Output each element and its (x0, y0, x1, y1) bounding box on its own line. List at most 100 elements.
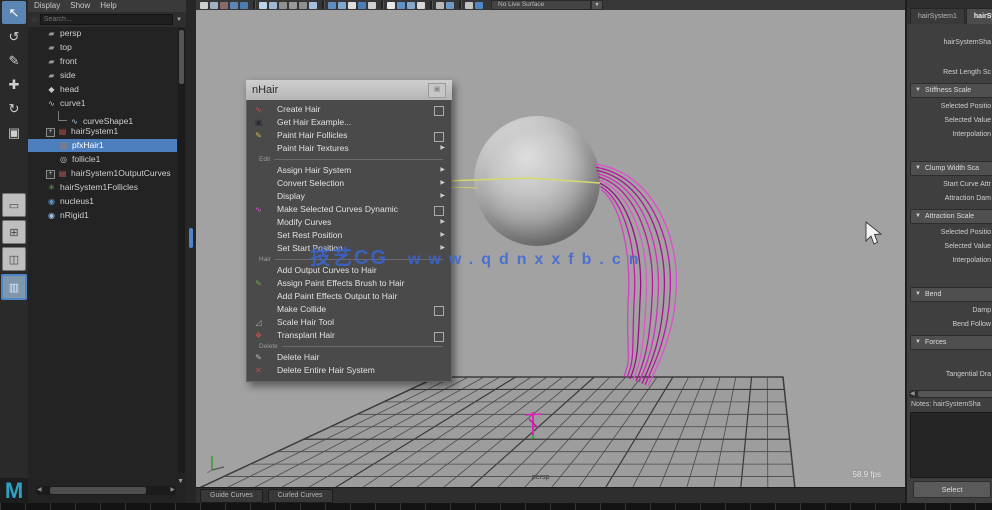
collapse-triangle-icon[interactable]: ▼ (915, 210, 921, 223)
scroll-thumb[interactable] (50, 487, 146, 494)
snap-to-grids-icon[interactable] (259, 2, 267, 9)
snap-to-curves-icon[interactable] (269, 2, 277, 9)
outliner-item-curve1[interactable]: ∿curve1 (28, 97, 177, 110)
undo-icon[interactable] (230, 2, 238, 9)
scroll-left-icon[interactable]: ◀ (37, 486, 42, 495)
option-box[interactable] (434, 306, 444, 316)
outliner-menu-display[interactable]: Display (34, 0, 60, 12)
menu-item-transplant-hair[interactable]: ❖Transplant Hair (247, 329, 451, 342)
output-connections-icon[interactable] (338, 2, 346, 9)
menu-item-delete-hair[interactable]: ✎Delete Hair (247, 351, 451, 364)
four-pane-layout[interactable]: ⊞ (2, 220, 26, 244)
outliner-item-persp[interactable]: ▰persp (28, 27, 177, 40)
scale-tool[interactable]: ▣ (2, 121, 26, 144)
tab-guide-curves[interactable]: Guide Curves (200, 489, 263, 503)
ae-section-stiffness-scale[interactable]: ▼Stiffness Scale (910, 83, 992, 98)
outliner-item-curveShape1[interactable]: ∿curveShape1 (28, 111, 177, 124)
input-connections-icon[interactable] (328, 2, 336, 9)
new-scene-icon[interactable] (200, 2, 208, 9)
scroll-right-icon[interactable]: ▶ (170, 486, 175, 495)
outliner-vscrollbar[interactable] (178, 28, 185, 473)
ae-hscrollbar[interactable]: ◀ (909, 390, 992, 398)
scroll-thumb[interactable] (918, 391, 992, 397)
menu-item-paint-hair-textures[interactable]: Paint Hair Textures▶ (247, 142, 451, 155)
menu-item-set-start-position[interactable]: Set Start Position▶ (247, 242, 451, 255)
outliner-menu-help[interactable]: Help (100, 0, 116, 12)
filter-icon[interactable]: ◌ (32, 15, 37, 24)
chevron-down-icon[interactable]: ▼ (591, 0, 603, 10)
outliner-item-hairSystem1OutputCurves[interactable]: +▤hairSystem1OutputCurves (28, 167, 177, 180)
paint-select-tool[interactable]: ✎ (2, 49, 26, 72)
textured-sphere-icon[interactable] (407, 2, 415, 9)
collapse-triangle-icon[interactable]: ▼ (915, 84, 921, 97)
render-settings-icon[interactable] (387, 2, 395, 9)
menu-item-scale-hair-tool[interactable]: ◿Scale Hair Tool (247, 316, 451, 329)
open-scene-icon[interactable] (210, 2, 218, 9)
menu-item-get-hair-example-[interactable]: ▣Get Hair Example... (247, 116, 451, 129)
expand-toggle-icon[interactable]: + (46, 170, 55, 179)
option-box[interactable] (434, 206, 444, 216)
menu-item-add-output-curves-to-hair[interactable]: Add Output Curves to Hair (247, 264, 451, 277)
ae-tab-hairSystem1[interactable]: hairSystem1 (910, 8, 965, 24)
outliner-collapse-icon[interactable]: ▼ (177, 478, 184, 485)
lasso-select-tool[interactable]: ↺ (2, 25, 26, 48)
outliner-item-hairSystem1[interactable]: +▤hairSystem1 (28, 125, 177, 138)
expand-toggle-icon[interactable]: + (46, 128, 55, 137)
render-view-icon[interactable] (358, 2, 366, 9)
outliner-item-side[interactable]: ▰side (28, 69, 177, 82)
redo-icon[interactable] (240, 2, 248, 9)
head-sphere-object[interactable] (474, 116, 600, 246)
close-icon[interactable]: ▣ (428, 83, 446, 98)
option-box[interactable] (434, 106, 444, 116)
pane-divider-handle[interactable] (189, 228, 193, 248)
snap-to-planes-icon[interactable] (289, 2, 297, 9)
menu-item-modify-curves[interactable]: Modify Curves▶ (247, 216, 451, 229)
pane-divider[interactable] (186, 0, 196, 503)
move-tool[interactable]: ✚ (2, 73, 26, 96)
menu-item-set-rest-position[interactable]: Set Rest Position▶ (247, 229, 451, 242)
outliner-hscrollbar[interactable]: ◀ ▶ (36, 486, 176, 495)
history-icon[interactable] (309, 2, 317, 9)
outliner-item-hairSystem1Follicles[interactable]: ✳hairSystem1Follicles (28, 181, 177, 194)
menu-item-convert-selection[interactable]: Convert Selection▶ (247, 177, 451, 190)
menu-item-delete-entire-hair-system[interactable]: ✕Delete Entire Hair System (247, 364, 451, 377)
outliner-persp-layout[interactable]: ▥ (1, 274, 27, 300)
menu-item-assign-paint-effects-brush-to-hair[interactable]: ✎Assign Paint Effects Brush to Hair (247, 277, 451, 290)
outliner-menu-show[interactable]: Show (70, 0, 90, 12)
notes-textarea[interactable] (910, 412, 992, 478)
symmetry-icon[interactable] (465, 2, 473, 9)
outliner-item-pfxHair1[interactable]: ▥pfxHair1 (28, 139, 177, 152)
menu-item-make-collide[interactable]: Make Collide (247, 303, 451, 316)
menu-item-create-hair[interactable]: ∿Create Hair (247, 103, 451, 116)
search-input[interactable] (40, 14, 173, 25)
outliner-item-head[interactable]: ◆head (28, 83, 177, 96)
toggle-icon[interactable] (446, 2, 454, 9)
menu-item-make-selected-curves-dynamic[interactable]: ∿Make Selected Curves Dynamic (247, 203, 451, 216)
ae-section-clump-width-sca[interactable]: ▼Clump Width Sca (910, 161, 992, 176)
select-button[interactable]: Select (913, 481, 991, 498)
collapse-triangle-icon[interactable]: ▼ (915, 288, 921, 301)
outliner-item-top[interactable]: ▰top (28, 41, 177, 54)
select-tool[interactable]: ↖ (2, 1, 26, 24)
two-pane-layout[interactable]: ◫ (2, 247, 26, 271)
scroll-left-icon[interactable]: ◀ (910, 390, 915, 398)
ae-tab-hairSystemS[interactable]: hairSystemS (966, 8, 992, 24)
live-surface-icon[interactable] (475, 2, 483, 9)
menu-item-add-paint-effects-output-to-hair[interactable]: Add Paint Effects Output to Hair (247, 290, 451, 303)
live-surface-dropdown[interactable]: No Live Surface (491, 0, 591, 10)
nhair-menu-titlebar[interactable]: nHair ▣ (246, 80, 452, 100)
paint-effects-icon[interactable] (436, 2, 444, 9)
outliner-item-front[interactable]: ▰front (28, 55, 177, 68)
save-scene-icon[interactable] (220, 2, 228, 9)
rotate-tool[interactable]: ↻ (2, 97, 26, 120)
snap-to-points-icon[interactable] (279, 2, 287, 9)
option-box[interactable] (434, 132, 444, 142)
chevron-down-icon[interactable]: ▼ (176, 17, 182, 23)
single-pane-layout[interactable]: ▭ (2, 193, 26, 217)
collapse-triangle-icon[interactable]: ▼ (915, 336, 921, 349)
hypershade-icon[interactable] (397, 2, 405, 9)
menu-item-display[interactable]: Display▶ (247, 190, 451, 203)
video-timeline-strip[interactable] (0, 503, 992, 510)
menu-item-paint-hair-follicles[interactable]: ✎Paint Hair Follicles (247, 129, 451, 142)
outliner-item-follicle1[interactable]: ◎follicle1 (28, 153, 177, 166)
